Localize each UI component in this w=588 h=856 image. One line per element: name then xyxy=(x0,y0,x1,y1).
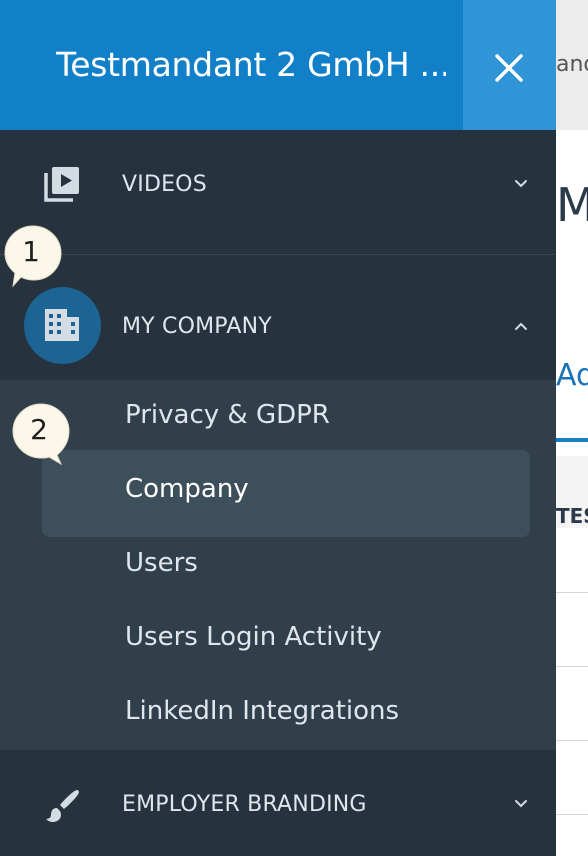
step-number: 2 xyxy=(30,413,48,446)
drawer-header: Testmandant 2 GmbH ... xyxy=(0,0,556,130)
close-icon xyxy=(495,54,523,82)
background-card-label: TES xyxy=(556,504,588,528)
background-link-fragment: Adc xyxy=(556,358,588,393)
video-library-icon xyxy=(44,167,79,202)
step-callout-1: 1 xyxy=(3,224,62,288)
background-divider xyxy=(556,666,588,667)
submenu-my-company: Privacy & GDPR Company Users Users Login… xyxy=(0,380,556,750)
office-building-icon xyxy=(45,309,79,341)
chevron-down-icon xyxy=(515,800,527,808)
submenu-item-privacy-gdpr[interactable]: Privacy & GDPR xyxy=(125,400,330,430)
background-tab-underline xyxy=(556,438,588,442)
menu-label-my-company: MY COMPANY xyxy=(122,314,272,339)
submenu-item-linkedin-integrations[interactable]: LinkedIn Integrations xyxy=(125,696,399,726)
menu-item-employer-branding[interactable]: EMPLOYER BRANDING xyxy=(0,750,556,856)
background-divider xyxy=(556,592,588,593)
background-text-fragment: and xyxy=(556,52,588,77)
paint-brush-icon xyxy=(46,790,79,823)
organization-name: Testmandant 2 GmbH ... xyxy=(56,45,446,84)
step-number: 1 xyxy=(22,235,40,268)
close-drawer-button[interactable] xyxy=(463,0,556,130)
menu-item-videos[interactable]: VIDEOS xyxy=(0,130,556,255)
chevron-down-icon xyxy=(515,180,527,188)
menu-label-videos: VIDEOS xyxy=(122,172,207,197)
background-page: and MA Adc TES xyxy=(556,0,588,856)
submenu-item-users-login-activity[interactable]: Users Login Activity xyxy=(125,622,382,652)
active-item-highlight xyxy=(42,450,530,537)
submenu-item-users[interactable]: Users xyxy=(125,548,198,578)
menu-label-employer-branding: EMPLOYER BRANDING xyxy=(122,792,367,817)
background-heading-fragment: MA xyxy=(556,178,588,232)
chevron-up-icon xyxy=(515,322,527,330)
background-divider xyxy=(556,814,588,815)
menu-item-my-company[interactable]: MY COMPANY xyxy=(0,255,556,380)
navigation-drawer: Testmandant 2 GmbH ... VIDEOS MY COMPANY… xyxy=(0,0,556,856)
background-divider xyxy=(556,740,588,741)
active-section-indicator xyxy=(24,287,101,364)
step-callout-2: 2 xyxy=(11,402,70,466)
submenu-item-company[interactable]: Company xyxy=(125,474,249,504)
